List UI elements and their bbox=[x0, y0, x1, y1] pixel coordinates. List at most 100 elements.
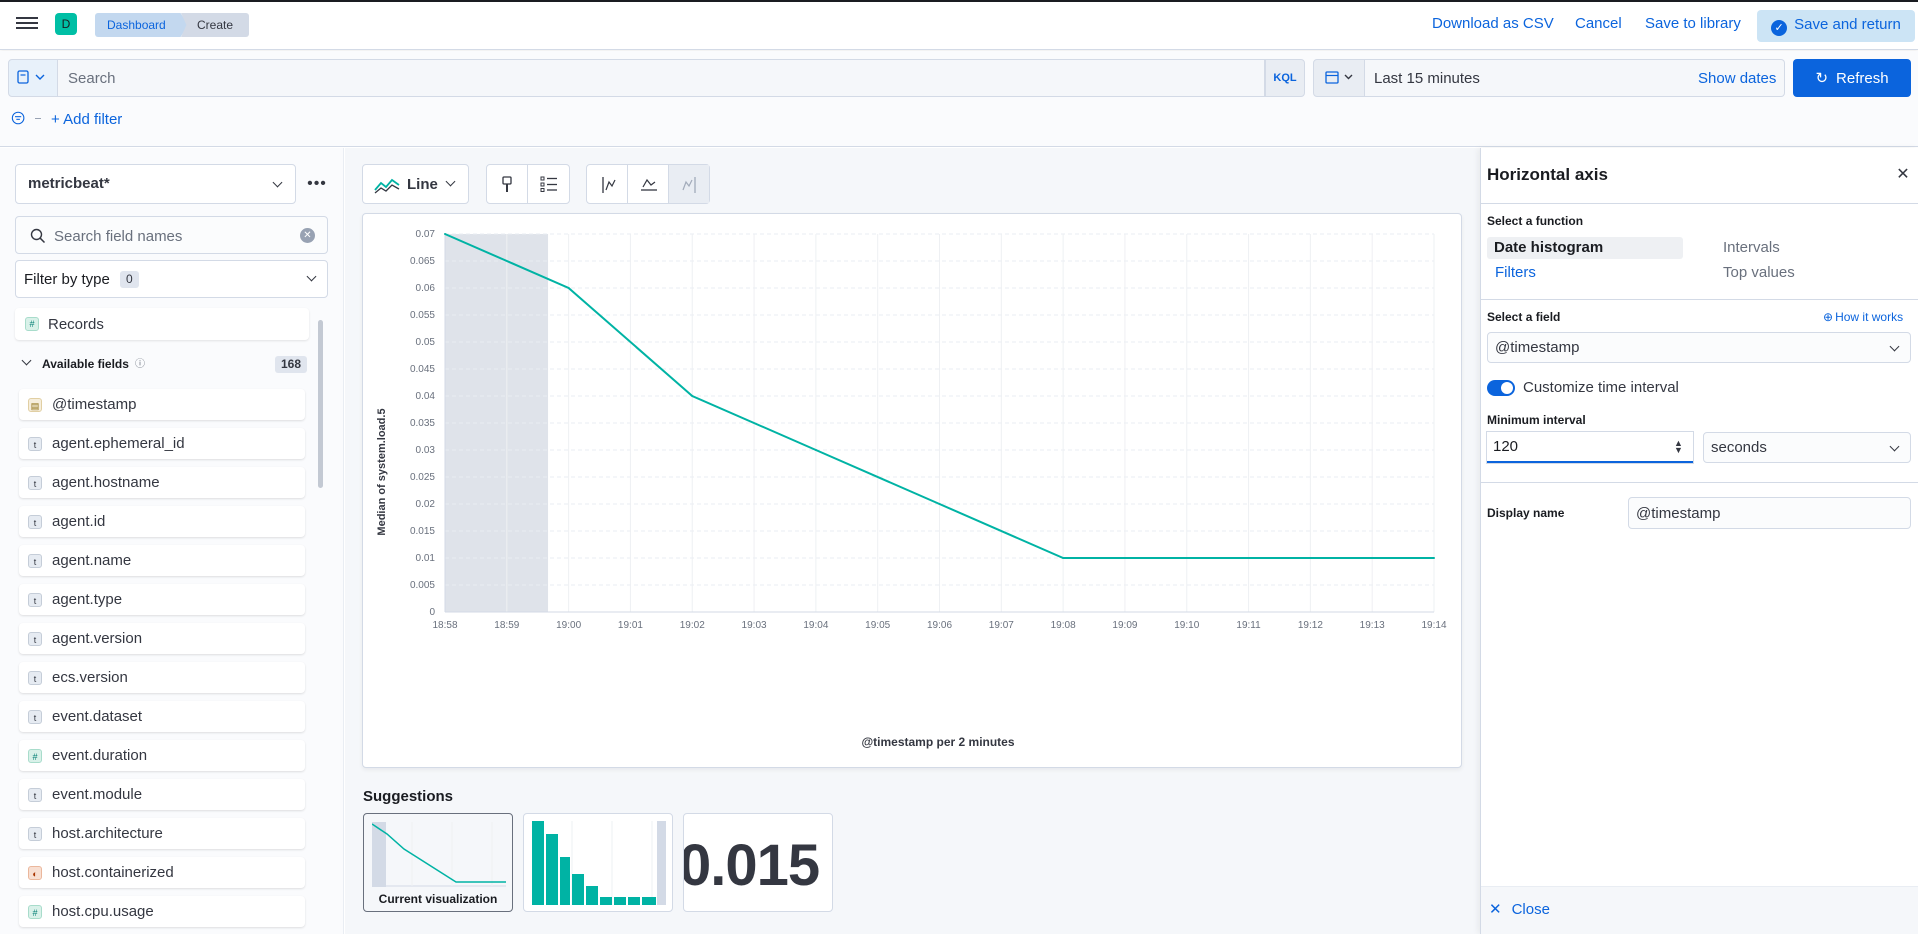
query-search-input[interactable] bbox=[58, 59, 1265, 97]
x-tick-label: 18:58 bbox=[432, 620, 457, 631]
legend-list-icon bbox=[540, 176, 557, 192]
chart-type-switcher[interactable]: Line bbox=[362, 164, 469, 204]
chart-container: 0 0.005 0.01 0.015 0.02 0.025 0.03 0.035 0.04 0.0… bbox=[362, 213, 1462, 768]
save-and-return-button[interactable]: ✓ Save and return bbox=[1757, 10, 1915, 42]
suggestion-current-visualization[interactable]: Current visualization bbox=[363, 813, 513, 912]
field-list-item[interactable]: t agent.name bbox=[19, 545, 305, 576]
suggestion-metric[interactable]: 0.015 bbox=[683, 813, 833, 912]
bottom-axis-button[interactable] bbox=[628, 165, 669, 203]
saved-query-menu-button[interactable] bbox=[8, 59, 58, 97]
field-name: agent.name bbox=[52, 552, 132, 569]
right-axis-icon bbox=[682, 177, 696, 193]
close-icon: ✕ bbox=[1489, 901, 1502, 918]
y-tick-label: 0.055 bbox=[410, 310, 435, 321]
bottom-axis-icon bbox=[641, 178, 657, 191]
show-dates-link[interactable]: Show dates bbox=[1698, 70, 1776, 87]
calendar-icon bbox=[1325, 70, 1353, 84]
breadcrumb-dashboard[interactable]: Dashboard bbox=[95, 13, 188, 37]
customize-interval-toggle[interactable] bbox=[1487, 380, 1515, 396]
x-tick-labels: 18:58 18:59 19:00 19:01 19:02 19:03 19:04 19:05… bbox=[432, 620, 1446, 631]
y-axis-title: Median of system.load.5 bbox=[376, 408, 388, 535]
close-icon[interactable]: ✕ bbox=[1895, 167, 1911, 183]
records-field[interactable]: # Records bbox=[15, 308, 309, 340]
string-type-icon: t bbox=[28, 593, 42, 607]
field-name: agent.ephemeral_id bbox=[52, 435, 185, 452]
records-label: Records bbox=[48, 316, 104, 333]
close-label: Close bbox=[1511, 901, 1550, 918]
chevron-down-icon bbox=[1889, 341, 1900, 352]
line-chart[interactable]: 0 0.005 0.01 0.015 0.02 0.025 0.03 0.035 0.04 0.0… bbox=[363, 214, 1463, 769]
filter-options-icon[interactable] bbox=[11, 110, 27, 126]
chevron-down-icon bbox=[306, 271, 317, 282]
string-type-icon: t bbox=[28, 515, 42, 529]
field-list-item[interactable]: t agent.version bbox=[19, 623, 305, 654]
x-tick-label: 19:03 bbox=[742, 620, 767, 631]
info-icon[interactable]: ⓘ bbox=[135, 355, 145, 370]
field-list-item[interactable]: # event.duration bbox=[19, 740, 305, 771]
y-tick-label: 0.05 bbox=[416, 337, 436, 348]
field-list-item[interactable]: t agent.type bbox=[19, 584, 305, 615]
function-date-histogram[interactable]: Date histogram bbox=[1487, 237, 1683, 259]
field-list-item[interactable]: t host.architecture bbox=[19, 818, 305, 849]
field-name: host.cpu.usage bbox=[52, 903, 154, 920]
x-tick-label: 19:13 bbox=[1360, 620, 1385, 631]
number-stepper-icon[interactable]: ▲ ▼ bbox=[1674, 439, 1684, 455]
available-fields-header[interactable]: Available fields ⓘ 168 bbox=[15, 353, 309, 375]
query-language-button[interactable]: KQL bbox=[1265, 59, 1305, 97]
field-list-item[interactable]: t agent.id bbox=[19, 506, 305, 537]
field-select[interactable]: @timestamp bbox=[1487, 332, 1911, 363]
download-csv-link[interactable]: Download as CSV bbox=[1432, 15, 1554, 32]
chevron-down-icon bbox=[1889, 441, 1900, 452]
interval-unit-select[interactable]: seconds bbox=[1703, 432, 1911, 463]
display-name-input[interactable] bbox=[1628, 497, 1911, 529]
number-type-icon: # bbox=[28, 905, 42, 919]
refresh-button[interactable]: ↻ Refresh bbox=[1793, 59, 1911, 97]
space-avatar[interactable]: D bbox=[55, 13, 77, 35]
hamburger-menu-icon[interactable] bbox=[16, 14, 38, 34]
filter-count-badge: 0 bbox=[120, 271, 139, 288]
y-tick-labels: 0 0.005 0.01 0.015 0.02 0.025 0.03 0.035 0.04 0.0… bbox=[410, 229, 435, 618]
field-list-item[interactable]: t agent.ephemeral_id bbox=[19, 428, 305, 459]
save-to-library-link[interactable]: Save to library bbox=[1645, 15, 1741, 32]
field-list-item[interactable]: ▤ @timestamp bbox=[19, 389, 305, 420]
paint-brush-button[interactable] bbox=[487, 165, 528, 203]
field-list-item[interactable]: # host.cpu.usage bbox=[19, 896, 305, 927]
close-flyout-button[interactable]: ✕ Close bbox=[1489, 900, 1550, 918]
minimum-interval-input[interactable] bbox=[1487, 432, 1693, 463]
y-tick-label: 0.04 bbox=[416, 391, 436, 402]
filter-by-type-label: Filter by type bbox=[24, 271, 110, 288]
data-point bbox=[691, 395, 694, 397]
data-point bbox=[814, 449, 817, 451]
legend-settings-button[interactable] bbox=[528, 165, 569, 203]
field-select-value: @timestamp bbox=[1495, 339, 1580, 356]
filter-by-type-button[interactable]: Filter by type 0 bbox=[15, 260, 328, 298]
data-point bbox=[1309, 557, 1312, 559]
function-top-values[interactable]: Top values bbox=[1723, 264, 1795, 281]
how-it-works-link[interactable]: ⊕ How it works bbox=[1823, 310, 1903, 324]
x-tick-label: 19:06 bbox=[927, 620, 952, 631]
time-range-label[interactable]: Last 15 minutes bbox=[1374, 70, 1480, 87]
field-list-item[interactable]: t ecs.version bbox=[19, 662, 305, 693]
field-list-item[interactable]: t event.module bbox=[19, 779, 305, 810]
data-view-selector[interactable]: metricbeat* bbox=[15, 164, 296, 204]
field-list-item[interactable]: t event.dataset bbox=[19, 701, 305, 732]
suggestion-bar-chart[interactable] bbox=[523, 813, 673, 912]
data-point bbox=[1062, 557, 1065, 559]
field-name: agent.id bbox=[52, 513, 106, 530]
field-search-input[interactable] bbox=[54, 225, 294, 247]
function-intervals[interactable]: Intervals bbox=[1723, 239, 1780, 256]
right-axis-button[interactable] bbox=[669, 165, 709, 203]
field-name: agent.version bbox=[52, 630, 143, 647]
field-list-scrollbar[interactable] bbox=[318, 320, 323, 488]
field-list-item[interactable]: ◐ host.containerized bbox=[19, 857, 305, 888]
add-filter-button[interactable]: + Add filter bbox=[51, 111, 122, 128]
cancel-link[interactable]: Cancel bbox=[1575, 15, 1622, 32]
clear-search-icon[interactable]: ✕ bbox=[300, 228, 315, 243]
y-tick-label: 0.005 bbox=[410, 580, 435, 591]
left-axis-button[interactable] bbox=[587, 165, 628, 203]
select-field-label: Select a field bbox=[1487, 310, 1561, 324]
data-view-actions-icon[interactable]: ••• bbox=[303, 174, 331, 194]
date-quick-select-button[interactable] bbox=[1313, 59, 1365, 97]
field-list-item[interactable]: t agent.hostname bbox=[19, 467, 305, 498]
function-filters[interactable]: Filters bbox=[1495, 264, 1536, 281]
